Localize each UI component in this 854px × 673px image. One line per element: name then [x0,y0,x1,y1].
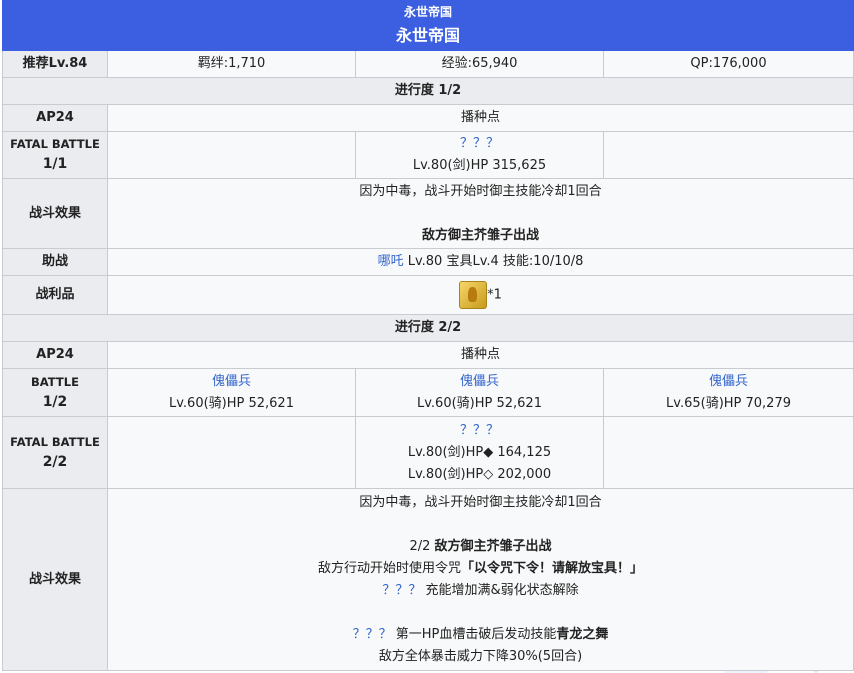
enemy-stats: Lv.60(骑)HP 52,621 [169,395,294,411]
ap-label-2: AP24 [2,341,108,369]
enemy-slot: ？？？ Lv.80(剑)HP 315,625 [355,131,604,179]
quest-subtitle: 永世帝国 [404,4,453,19]
quest-table: 永世帝国 永世帝国 推荐Lv.84 羁绊:1,710 经验:65,940 QP:… [1,0,854,671]
enemy-stats: Lv.80(剑)HP 315,625 [412,158,547,173]
golden-statue-icon[interactable] [459,281,488,309]
effect-content-2: 因为中毒，战斗开始时御主技能冷却1回合 2/2 敌方御主芥雏子出战 敌方行动开始… [106,488,854,671]
quest-title: 永世帝国 [396,25,461,45]
enemy-stats: Lv.60(骑)HP 52,621 [417,395,542,411]
enemy-name-link[interactable]: 傀儡兵 [608,371,849,393]
enemy-slot-empty [602,131,854,179]
effect-line: ？？？ 充能增加满&弱化状态解除 [382,582,579,598]
drop-label: 战利品 [2,275,108,315]
battle-label-2: BATTLE 1/2 [2,368,108,417]
effect-content-1: 因为中毒，战斗开始时御主技能冷却1回合 敌方御主芥雏子出战 [106,178,854,249]
battle-title: FATAL BATTLE [10,137,100,151]
progress-2: 进行度 2/2 [1,314,854,342]
effect-line: 敌方全体暴击威力下降30%(5回合) [378,648,583,664]
bond-value: 羁绊:1,710 [107,50,356,78]
enemy-stats: Lv.80(剑)HP◇ 202,000 [407,466,552,482]
recommend-level: 推荐Lv.84 [2,50,108,78]
effect-line: ？？？ 第一HP血槽击破后发动技能青龙之舞 [352,626,609,642]
enemy-name-link[interactable]: ？？？ [360,133,599,155]
battle-number: 2/2 [42,453,68,470]
enemy-slot-empty [107,131,356,179]
enemy-stats: Lv.80(剑)HP◆ 164,125 [407,444,552,460]
enemy-slot: 傀儡兵 Lv.60(骑)HP 52,621 [355,368,604,417]
enemy-slot: 傀儡兵 Lv.65(骑)HP 70,279 [602,368,854,417]
effect-label-2: 战斗效果 [2,488,108,671]
enemy-name-link[interactable]: ？？？ [360,420,599,442]
battle-label-1: FATAL BATTLE 1/1 [2,131,108,179]
support-detail: Lv.80 宝具Lv.4 技能:10/10/8 [403,254,584,269]
battle-number: 1/2 [42,393,68,410]
drop-content: *1 [106,275,854,315]
battle-number: 1/1 [42,156,68,172]
enemy-slot: ？？？ Lv.80(剑)HP◆ 164,125 Lv.80(剑)HP◇ 202,… [355,416,604,489]
battle-title: FATAL BATTLE [10,434,100,449]
battle-label-3: FATAL BATTLE 2/2 [2,416,108,489]
enemy-stats: Lv.65(骑)HP 70,279 [666,395,791,411]
quest-header: 永世帝国 永世帝国 [1,0,854,51]
enemy-slot-empty [602,416,854,489]
ap-label-1: AP24 [2,104,108,132]
effect-line: 敌方行动开始时使用令咒「以令咒下令！请解放宝具！」 [317,560,644,576]
unknown-enemy-link[interactable]: ？？？ [382,583,421,598]
effect-line: 因为中毒，战斗开始时御主技能冷却1回合 [359,494,602,510]
effect-line: 因为中毒，战斗开始时御主技能冷却1回合 [359,183,602,199]
unknown-enemy-link[interactable]: ？？？ [353,627,392,642]
support-content: 哪吒 Lv.80 宝具Lv.4 技能:10/10/8 [106,248,854,276]
enemy-name-link[interactable]: 傀儡兵 [360,371,599,393]
enemy-name-link[interactable]: 傀儡兵 [112,371,351,393]
ap-value-2: 播种点 [106,341,854,369]
effect-line: 2/2 敌方御主芥雏子出战 [409,538,552,554]
qp-value: QP:176,000 [602,50,854,78]
effect-line: 敌方御主芥雏子出战 [422,227,540,243]
support-label: 助战 [2,248,108,276]
drop-count: *1 [487,287,502,303]
exp-value: 经验:65,940 [355,50,604,78]
effect-label-1: 战斗效果 [2,178,108,249]
battle-title: BATTLE [31,374,79,389]
ap-value-1: 播种点 [106,104,854,132]
enemy-slot-empty [107,416,356,489]
enemy-slot: 傀儡兵 Lv.60(骑)HP 52,621 [107,368,356,417]
progress-1: 进行度 1/2 [1,77,854,105]
support-servant-link[interactable]: 哪吒 [378,254,404,269]
